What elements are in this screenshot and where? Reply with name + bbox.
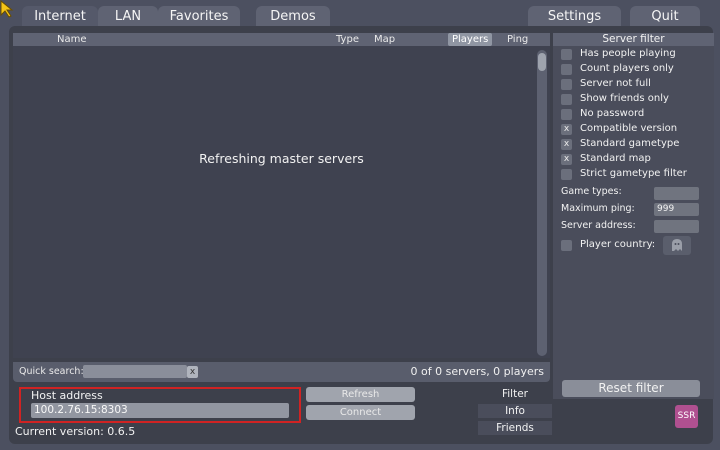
filter-label: No password (580, 108, 645, 119)
filter-label: Has people playing (580, 48, 676, 59)
column-players[interactable]: Players (448, 33, 493, 46)
server-address-input[interactable] (654, 220, 699, 233)
game-types-input[interactable] (654, 187, 699, 200)
checkbox[interactable] (561, 94, 572, 105)
filter-label: Player country: (580, 239, 656, 250)
ssr-badge: SSR (675, 405, 698, 428)
tab-friends[interactable]: Friends (478, 421, 552, 435)
quick-search-input[interactable] (83, 365, 187, 378)
checkbox[interactable] (561, 240, 572, 251)
server-list-header: Name Type Map Players Ping (13, 33, 550, 46)
checkbox[interactable] (561, 169, 572, 180)
column-ping[interactable]: Ping (507, 33, 528, 46)
checkbox[interactable] (561, 64, 572, 75)
game-types-label: Game types: (561, 186, 622, 197)
connect-button[interactable]: Connect (306, 405, 415, 420)
filter-label: Strict gametype filter (580, 168, 687, 179)
tab-quit[interactable]: Quit (630, 6, 700, 28)
host-address-label: Host address (31, 389, 103, 402)
scrollbar-thumb[interactable] (538, 53, 546, 71)
filter-label: Compatible version (580, 123, 678, 134)
tab-info[interactable]: Info (478, 404, 552, 418)
checkbox[interactable] (561, 49, 572, 60)
column-map[interactable]: Map (374, 33, 395, 46)
checkbox-checked[interactable]: x (561, 154, 572, 165)
filter-label: Count players only (580, 63, 674, 74)
tab-filter[interactable]: Filter (478, 387, 552, 401)
column-type[interactable]: Type (336, 33, 359, 46)
quick-search-label: Quick search: (19, 366, 84, 377)
tab-settings[interactable]: Settings (528, 6, 621, 28)
filter-label: Show friends only (580, 93, 669, 104)
server-count: 0 of 0 servers, 0 players (410, 365, 544, 378)
tab-favorites[interactable]: Favorites (158, 6, 240, 28)
refresh-status-message: Refreshing master servers (199, 151, 364, 166)
filter-label: Server not full (580, 78, 651, 89)
filter-label: Standard map (580, 153, 651, 164)
tab-lan[interactable]: LAN (98, 6, 158, 28)
tab-internet[interactable]: Internet (22, 6, 98, 28)
server-list-scrollbar[interactable] (537, 50, 547, 356)
max-ping-input[interactable]: 999 (654, 203, 699, 216)
column-name[interactable]: Name (57, 33, 87, 46)
clear-search-button[interactable]: x (187, 366, 198, 378)
refresh-button[interactable]: Refresh (306, 387, 415, 402)
checkbox-checked[interactable]: x (561, 124, 572, 135)
country-flag-selector[interactable] (663, 236, 691, 255)
checkbox[interactable] (561, 79, 572, 90)
host-address-box: Host address 100.2.76.15:8303 (19, 387, 301, 423)
reset-filter-button[interactable]: Reset filter (562, 380, 700, 397)
host-address-input[interactable]: 100.2.76.15:8303 (31, 403, 289, 418)
max-ping-label: Maximum ping: (561, 203, 635, 214)
server-filter-panel: Server filter Has people playing Count p… (553, 33, 714, 399)
checkbox-checked[interactable]: x (561, 139, 572, 150)
mouse-cursor-icon (0, 0, 14, 18)
ghost-flag-icon (672, 239, 682, 251)
current-version-label: Current version: 0.6.5 (15, 425, 136, 438)
filter-label: Standard gametype (580, 138, 680, 149)
tab-demos[interactable]: Demos (256, 6, 330, 28)
filter-title: Server filter (553, 33, 714, 46)
server-address-label: Server address: (561, 220, 636, 231)
server-list[interactable]: Name Type Map Players Ping Refreshing ma… (13, 33, 550, 358)
checkbox[interactable] (561, 109, 572, 120)
server-list-footer: Quick search: x 0 of 0 servers, 0 player… (13, 362, 550, 382)
